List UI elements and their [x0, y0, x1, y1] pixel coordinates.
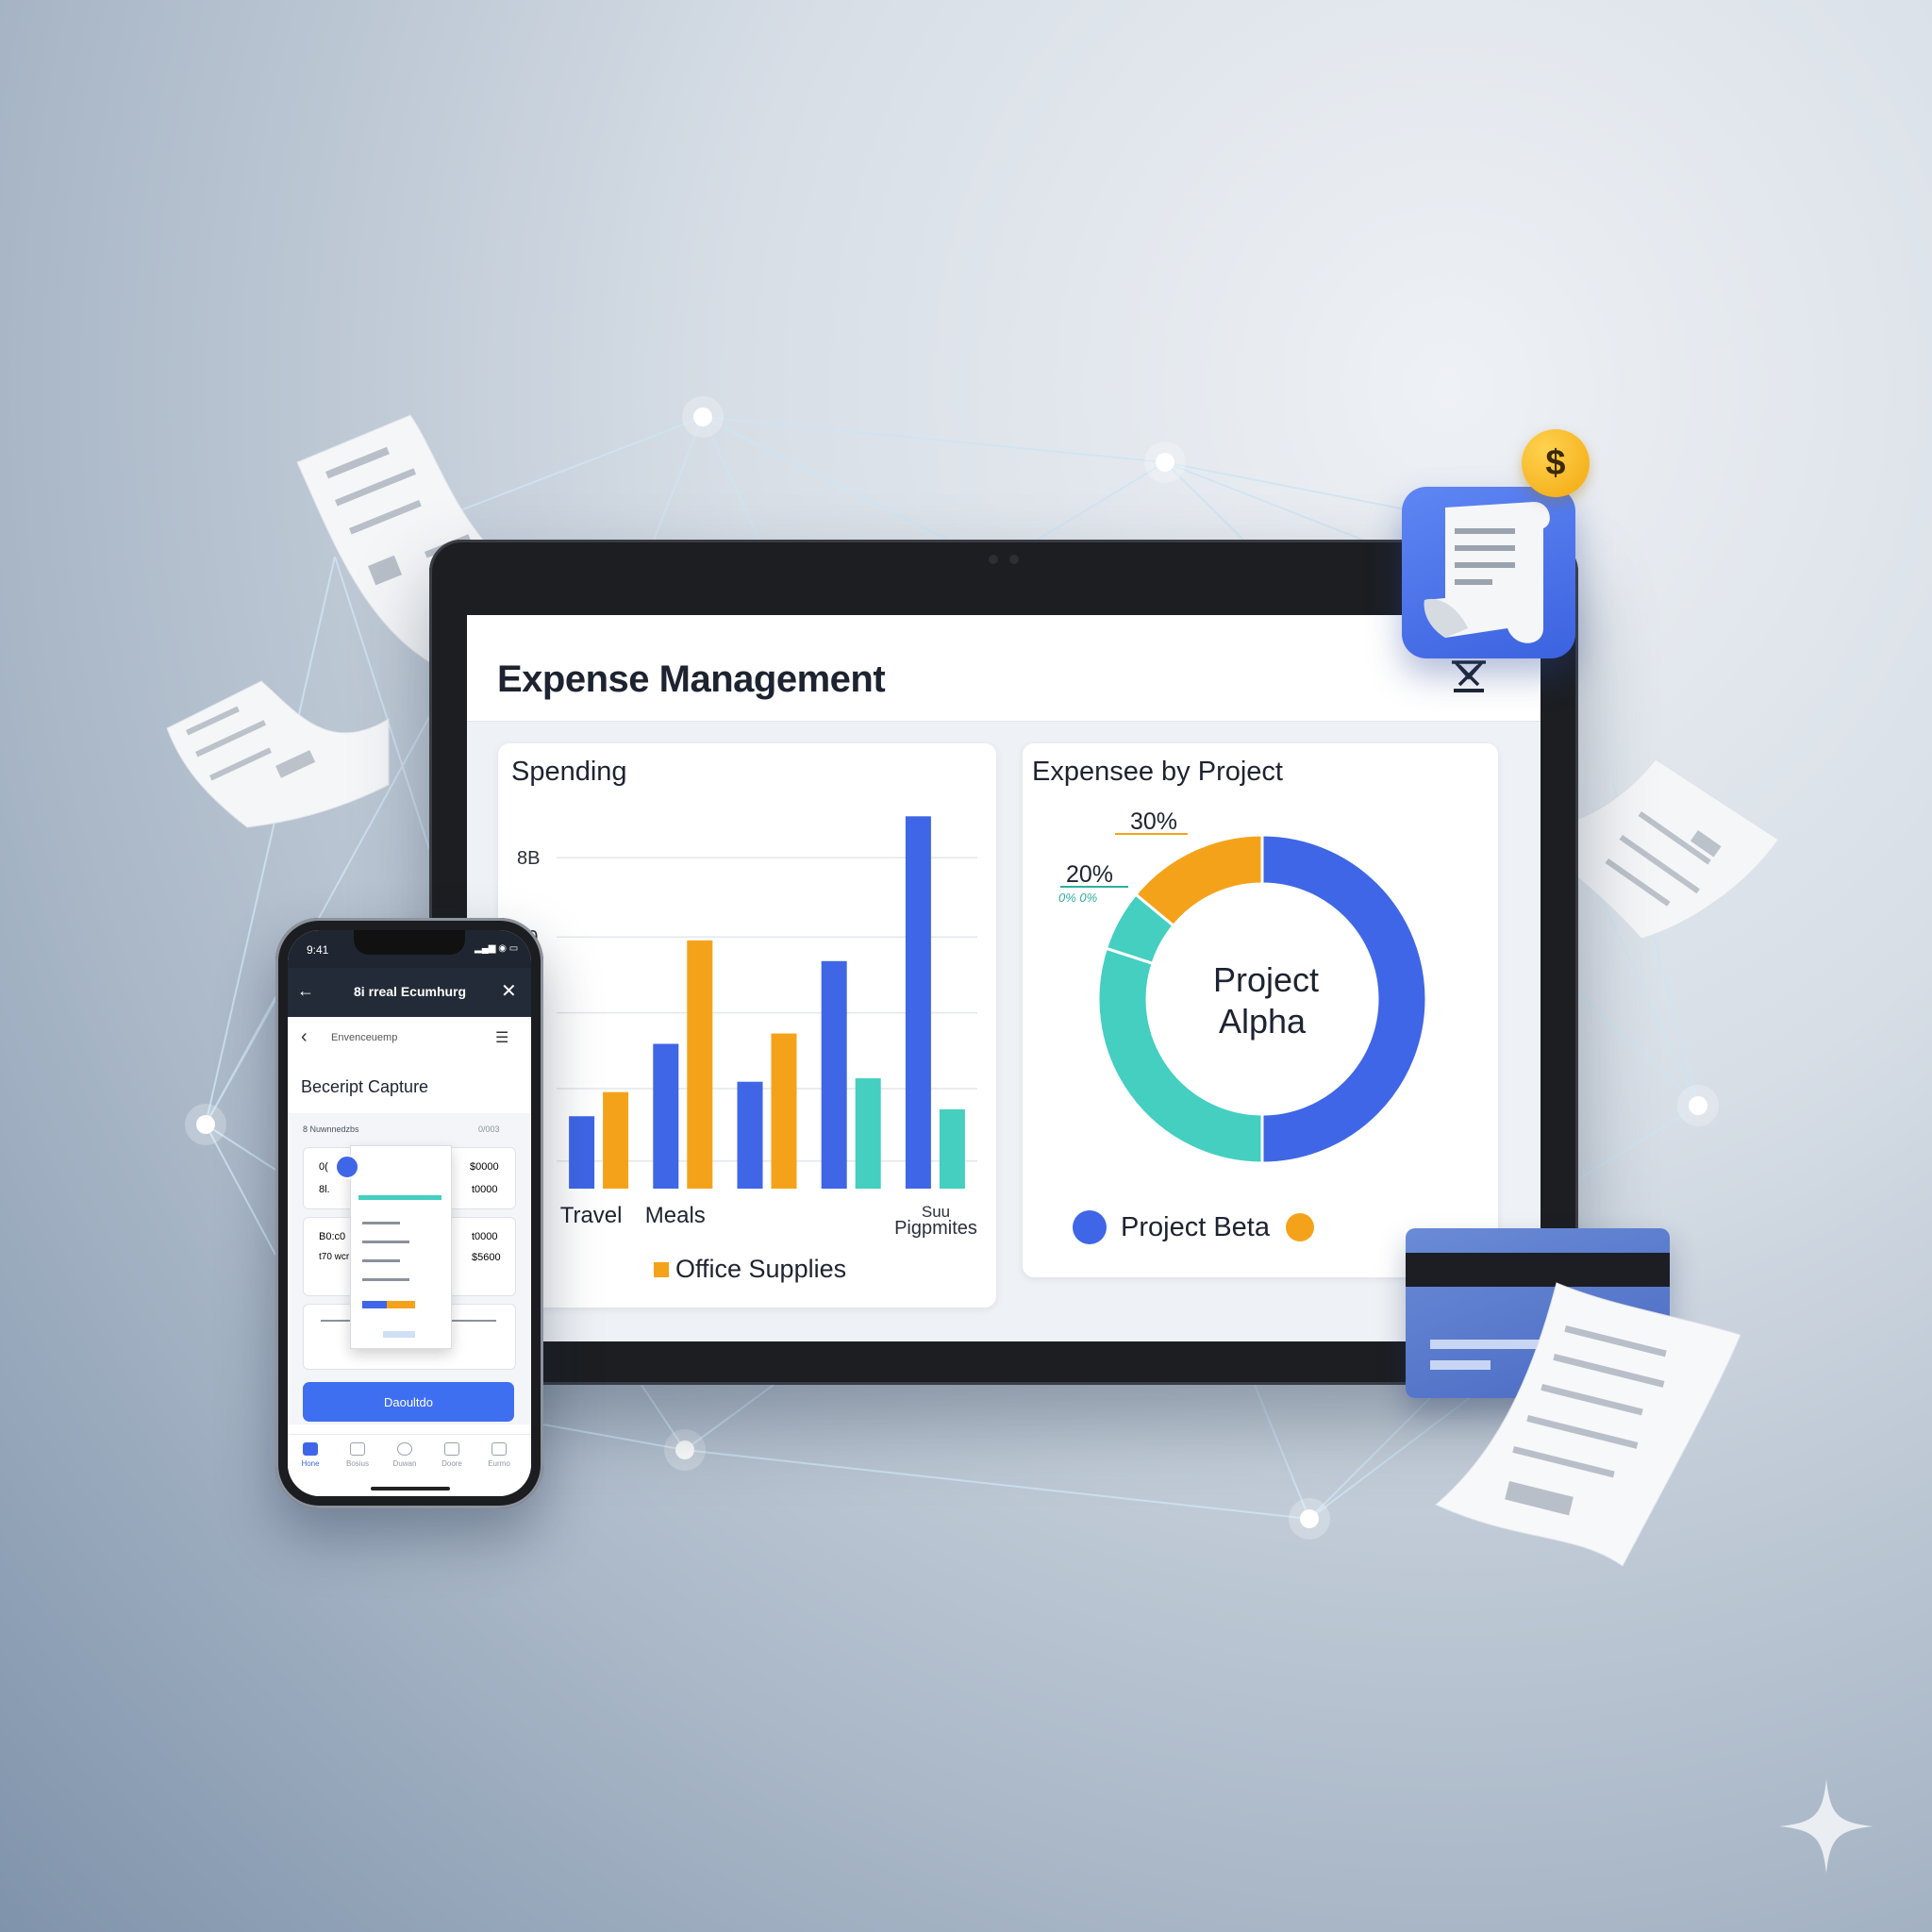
bar: [939, 1108, 965, 1189]
tab-label: Doore: [441, 1459, 462, 1468]
legend-label: Project Beta: [1121, 1212, 1271, 1242]
list-header-right: 0/003: [478, 1124, 500, 1134]
home-indicator: [371, 1487, 450, 1491]
donut-slice: [1260, 833, 1428, 1165]
pct-label: 0% 0%: [1058, 891, 1097, 905]
bar: [821, 960, 847, 1189]
row-label: 0(: [319, 1161, 328, 1173]
receipt-icon: [1424, 502, 1550, 643]
tab-reports[interactable]: Doore: [433, 1442, 471, 1468]
donut-center-label: Alpha: [1219, 1002, 1307, 1041]
row-label-2: 8l.: [319, 1184, 330, 1195]
row-amount: $0000: [470, 1161, 499, 1173]
tab-label: Hone: [301, 1459, 320, 1468]
bar: [687, 940, 713, 1189]
row-label-2: t70 wcr: [319, 1252, 350, 1262]
receipt-scan-preview: [350, 1145, 452, 1349]
continue-button[interactable]: Daoultdo: [303, 1382, 514, 1422]
app-header: Expense Management: [467, 615, 1541, 722]
row-amount: t0000: [472, 1231, 498, 1242]
tablet-camera: [981, 553, 1026, 566]
scan-app-icon[interactable]: [335, 1155, 359, 1179]
menu-icon[interactable]: ☰: [495, 1028, 508, 1047]
phone-page-header: Beceript Capture: [288, 1060, 531, 1114]
camera-icon: [397, 1442, 412, 1456]
dollar-sign: $: [1545, 442, 1566, 483]
tablet-screen: Expense Management Spending 608BTravelMe…: [467, 615, 1541, 1341]
filter-clear-icon[interactable]: [1446, 655, 1491, 696]
bar: [653, 1043, 679, 1189]
status-time: 9:41: [307, 943, 329, 957]
bar: [855, 1078, 881, 1189]
row-label: B0:c0: [319, 1231, 346, 1242]
project-donut-chart: ProjectAlpha 30% 20% 0% 0% Project Beta: [1058, 808, 1428, 1244]
preview-button: [383, 1331, 415, 1338]
legend-swatch: [1073, 1210, 1107, 1244]
legend-swatch: [654, 1262, 669, 1277]
phone-subheader: ‹ Envenceuemp ☰: [288, 1017, 531, 1061]
x-tick-label: Pigpmites: [894, 1218, 977, 1239]
preview-green-bar: [358, 1195, 441, 1200]
dollar-badge: $: [1522, 429, 1590, 497]
phone-page-title: Beceript Capture: [301, 1077, 429, 1096]
bar: [905, 816, 931, 1189]
preview-line: [362, 1241, 409, 1243]
x-tick-label: Meals: [645, 1203, 706, 1228]
tab-scan[interactable]: Duwan: [386, 1442, 424, 1468]
preview-blue-bar: [362, 1301, 387, 1308]
phone-screen: 9:41 ▂▄▆ ◉ ▭ ← 8i rreal Ecumhurg ✕ ‹ Env…: [288, 930, 531, 1496]
phone-subheader-title: Envenceuemp: [331, 1032, 398, 1043]
receipt-list: 8 Nuwnnedzbs 0/003 0( 8l. $0000 t0000 B0…: [288, 1113, 531, 1424]
chevron-left-icon[interactable]: ‹: [301, 1026, 308, 1048]
home-icon: [303, 1442, 318, 1456]
pct-label: 30%: [1130, 808, 1177, 835]
page-title: Expense Management: [497, 658, 886, 700]
phone-nav-title: 8i rreal Ecumhurg: [354, 984, 467, 999]
tab-settings[interactable]: Eurmo: [480, 1442, 518, 1468]
preview-line: [362, 1259, 400, 1262]
list-header-left: 8 Nuwnnedzbs: [303, 1124, 359, 1134]
preview-line: [362, 1278, 409, 1281]
phone-device: 9:41 ▂▄▆ ◉ ▭ ← 8i rreal Ecumhurg ✕ ‹ Env…: [275, 918, 543, 1508]
spending-bar-chart: 608BTravelMealsSuuPigpmitesOffice Suppli…: [517, 816, 977, 1283]
preview-line: [362, 1222, 400, 1224]
phone-nav-bar: ← 8i rreal Ecumhurg ✕: [288, 968, 531, 1017]
project-card-title: Expensee by Project: [1032, 757, 1283, 787]
receipt-app-icon[interactable]: [1402, 487, 1575, 658]
tab-label: Eurmo: [488, 1459, 510, 1468]
bar: [737, 1081, 763, 1189]
spending-card: Spending 608BTravelMealsSuuPigpmitesOffi…: [498, 743, 996, 1307]
project-card: Expensee by Project Project Alpha 30% 20% 0%…: [1023, 743, 1498, 1277]
donut-center-label: Project: [1213, 960, 1319, 999]
report-icon: [444, 1442, 459, 1456]
settings-icon: [491, 1442, 507, 1456]
y-tick-label: 8B: [517, 848, 540, 869]
pct-label: 20%: [1066, 861, 1113, 888]
tab-home[interactable]: Hone: [291, 1442, 329, 1468]
phone-notch: [354, 930, 465, 955]
x-tick-label: Travel: [560, 1203, 623, 1228]
floating-receipt-left: [166, 680, 390, 828]
spending-card-title: Spending: [511, 757, 627, 787]
signal-icon: ▂▄▆ ◉ ▭: [475, 943, 519, 954]
floating-receipt-bottom-right: [1435, 1282, 1741, 1567]
legend-label: Office Supplies: [675, 1255, 846, 1283]
row-amount-2: $5600: [472, 1252, 501, 1263]
bar: [771, 1033, 797, 1189]
wallet-icon: [350, 1442, 365, 1456]
close-icon[interactable]: ✕: [501, 979, 517, 1003]
bar: [569, 1116, 595, 1189]
row-amount-2: t0000: [472, 1184, 498, 1195]
tab-label: Duwan: [392, 1459, 417, 1468]
preview-orange-bar: [387, 1301, 415, 1308]
legend-swatch: [1286, 1213, 1314, 1241]
tab-label: Bosius: [345, 1459, 369, 1468]
bar: [603, 1091, 629, 1189]
sparkle-icon: [1779, 1779, 1874, 1874]
back-arrow-icon[interactable]: ←: [297, 981, 314, 1001]
tab-budget[interactable]: Bosius: [339, 1442, 376, 1468]
